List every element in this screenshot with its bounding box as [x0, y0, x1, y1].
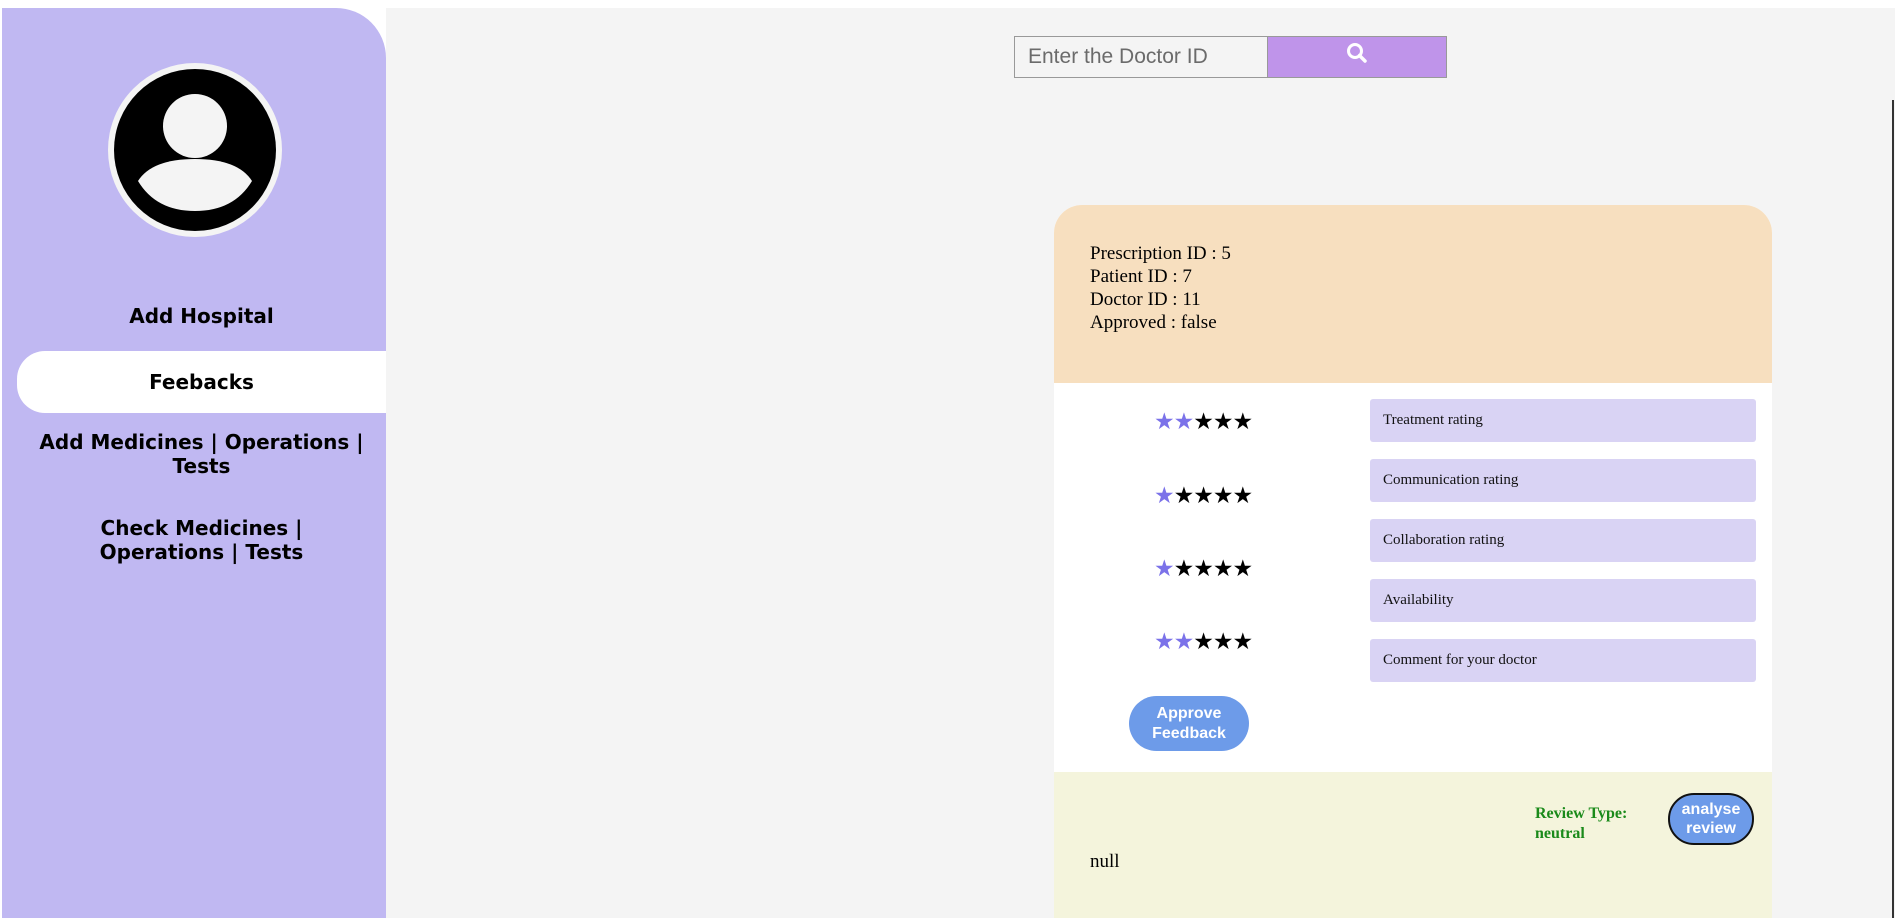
star-icon: ★: [1232, 555, 1254, 581]
sidebar-item-add-medicines[interactable]: Add Medicines | Operations | Tests: [17, 430, 386, 478]
star-icon: ★: [1173, 555, 1195, 581]
star-icon: ★: [1212, 628, 1234, 654]
search-button[interactable]: [1267, 36, 1447, 78]
analyse-review-button[interactable]: analyse review: [1668, 793, 1754, 845]
feedback-comment: null: [1090, 851, 1120, 872]
patient-id: Patient ID : 7: [1090, 266, 1192, 287]
star-filled-icon: ★: [1173, 628, 1195, 654]
star-filled-icon: ★: [1154, 628, 1175, 654]
sidebar-item-check-medicines[interactable]: Check Medicines | Operations | Tests: [17, 516, 386, 564]
communication-rating-field: Communication rating: [1370, 459, 1756, 502]
approved-status: Approved : false: [1090, 312, 1217, 333]
sidebar-item-feedbacks[interactable]: Feebacks: [17, 351, 386, 413]
review-type-value: neutral: [1535, 825, 1585, 842]
user-avatar-icon: [114, 69, 276, 231]
star-icon: ★: [1232, 408, 1254, 434]
rating-stars: ★★★★★: [1154, 555, 1264, 581]
star-icon: ★: [1212, 482, 1234, 508]
star-icon: ★: [1173, 482, 1195, 508]
rating-stars: ★★★★★: [1154, 482, 1264, 508]
star-icon: ★: [1232, 482, 1254, 508]
doctor-id-search-input[interactable]: [1014, 36, 1267, 78]
star-icon: ★: [1193, 408, 1214, 434]
collaboration-rating-field: Collaboration rating: [1370, 519, 1756, 562]
star-icon: ★: [1193, 628, 1214, 654]
star-filled-icon: ★: [1154, 555, 1175, 581]
review-analysis-section: Review Type: neutral analyse review null: [1054, 772, 1772, 918]
star-filled-icon: ★: [1154, 408, 1175, 434]
star-icon: ★: [1232, 628, 1254, 654]
approve-feedback-button[interactable]: Approve Feedback: [1129, 696, 1249, 751]
star-filled-icon: ★: [1173, 408, 1195, 434]
prescription-info: Prescription ID : 5 Patient ID : 7 Docto…: [1090, 242, 1231, 334]
review-type: Review Type: neutral: [1535, 804, 1655, 844]
star-icon: ★: [1193, 482, 1214, 508]
star-icon: ★: [1212, 555, 1234, 581]
prescription-id: Prescription ID : 5: [1090, 243, 1231, 264]
rating-stars: ★★★★★: [1154, 628, 1264, 654]
feedback-card-header: Prescription ID : 5 Patient ID : 7 Docto…: [1054, 205, 1772, 383]
right-divider: [1892, 100, 1894, 918]
feedback-card: Prescription ID : 5 Patient ID : 7 Docto…: [1054, 205, 1772, 918]
availability-field: Availability: [1370, 579, 1756, 622]
star-filled-icon: ★: [1154, 482, 1175, 508]
rating-stars: ★★★★★: [1154, 408, 1264, 434]
sidebar: Add Hospital Feebacks Add Medicines | Op…: [2, 8, 386, 918]
doctor-search: [1014, 36, 1447, 78]
doctor-id: Doctor ID : 11: [1090, 289, 1201, 310]
treatment-rating-field: Treatment rating: [1370, 399, 1756, 442]
star-icon: ★: [1193, 555, 1214, 581]
avatar: [108, 63, 282, 237]
search-icon: [1347, 43, 1367, 63]
sidebar-item-add-hospital[interactable]: Add Hospital: [17, 304, 386, 328]
comment-field: Comment for your doctor: [1370, 639, 1756, 682]
review-type-label: Review Type:: [1535, 805, 1628, 822]
star-icon: ★: [1212, 408, 1234, 434]
